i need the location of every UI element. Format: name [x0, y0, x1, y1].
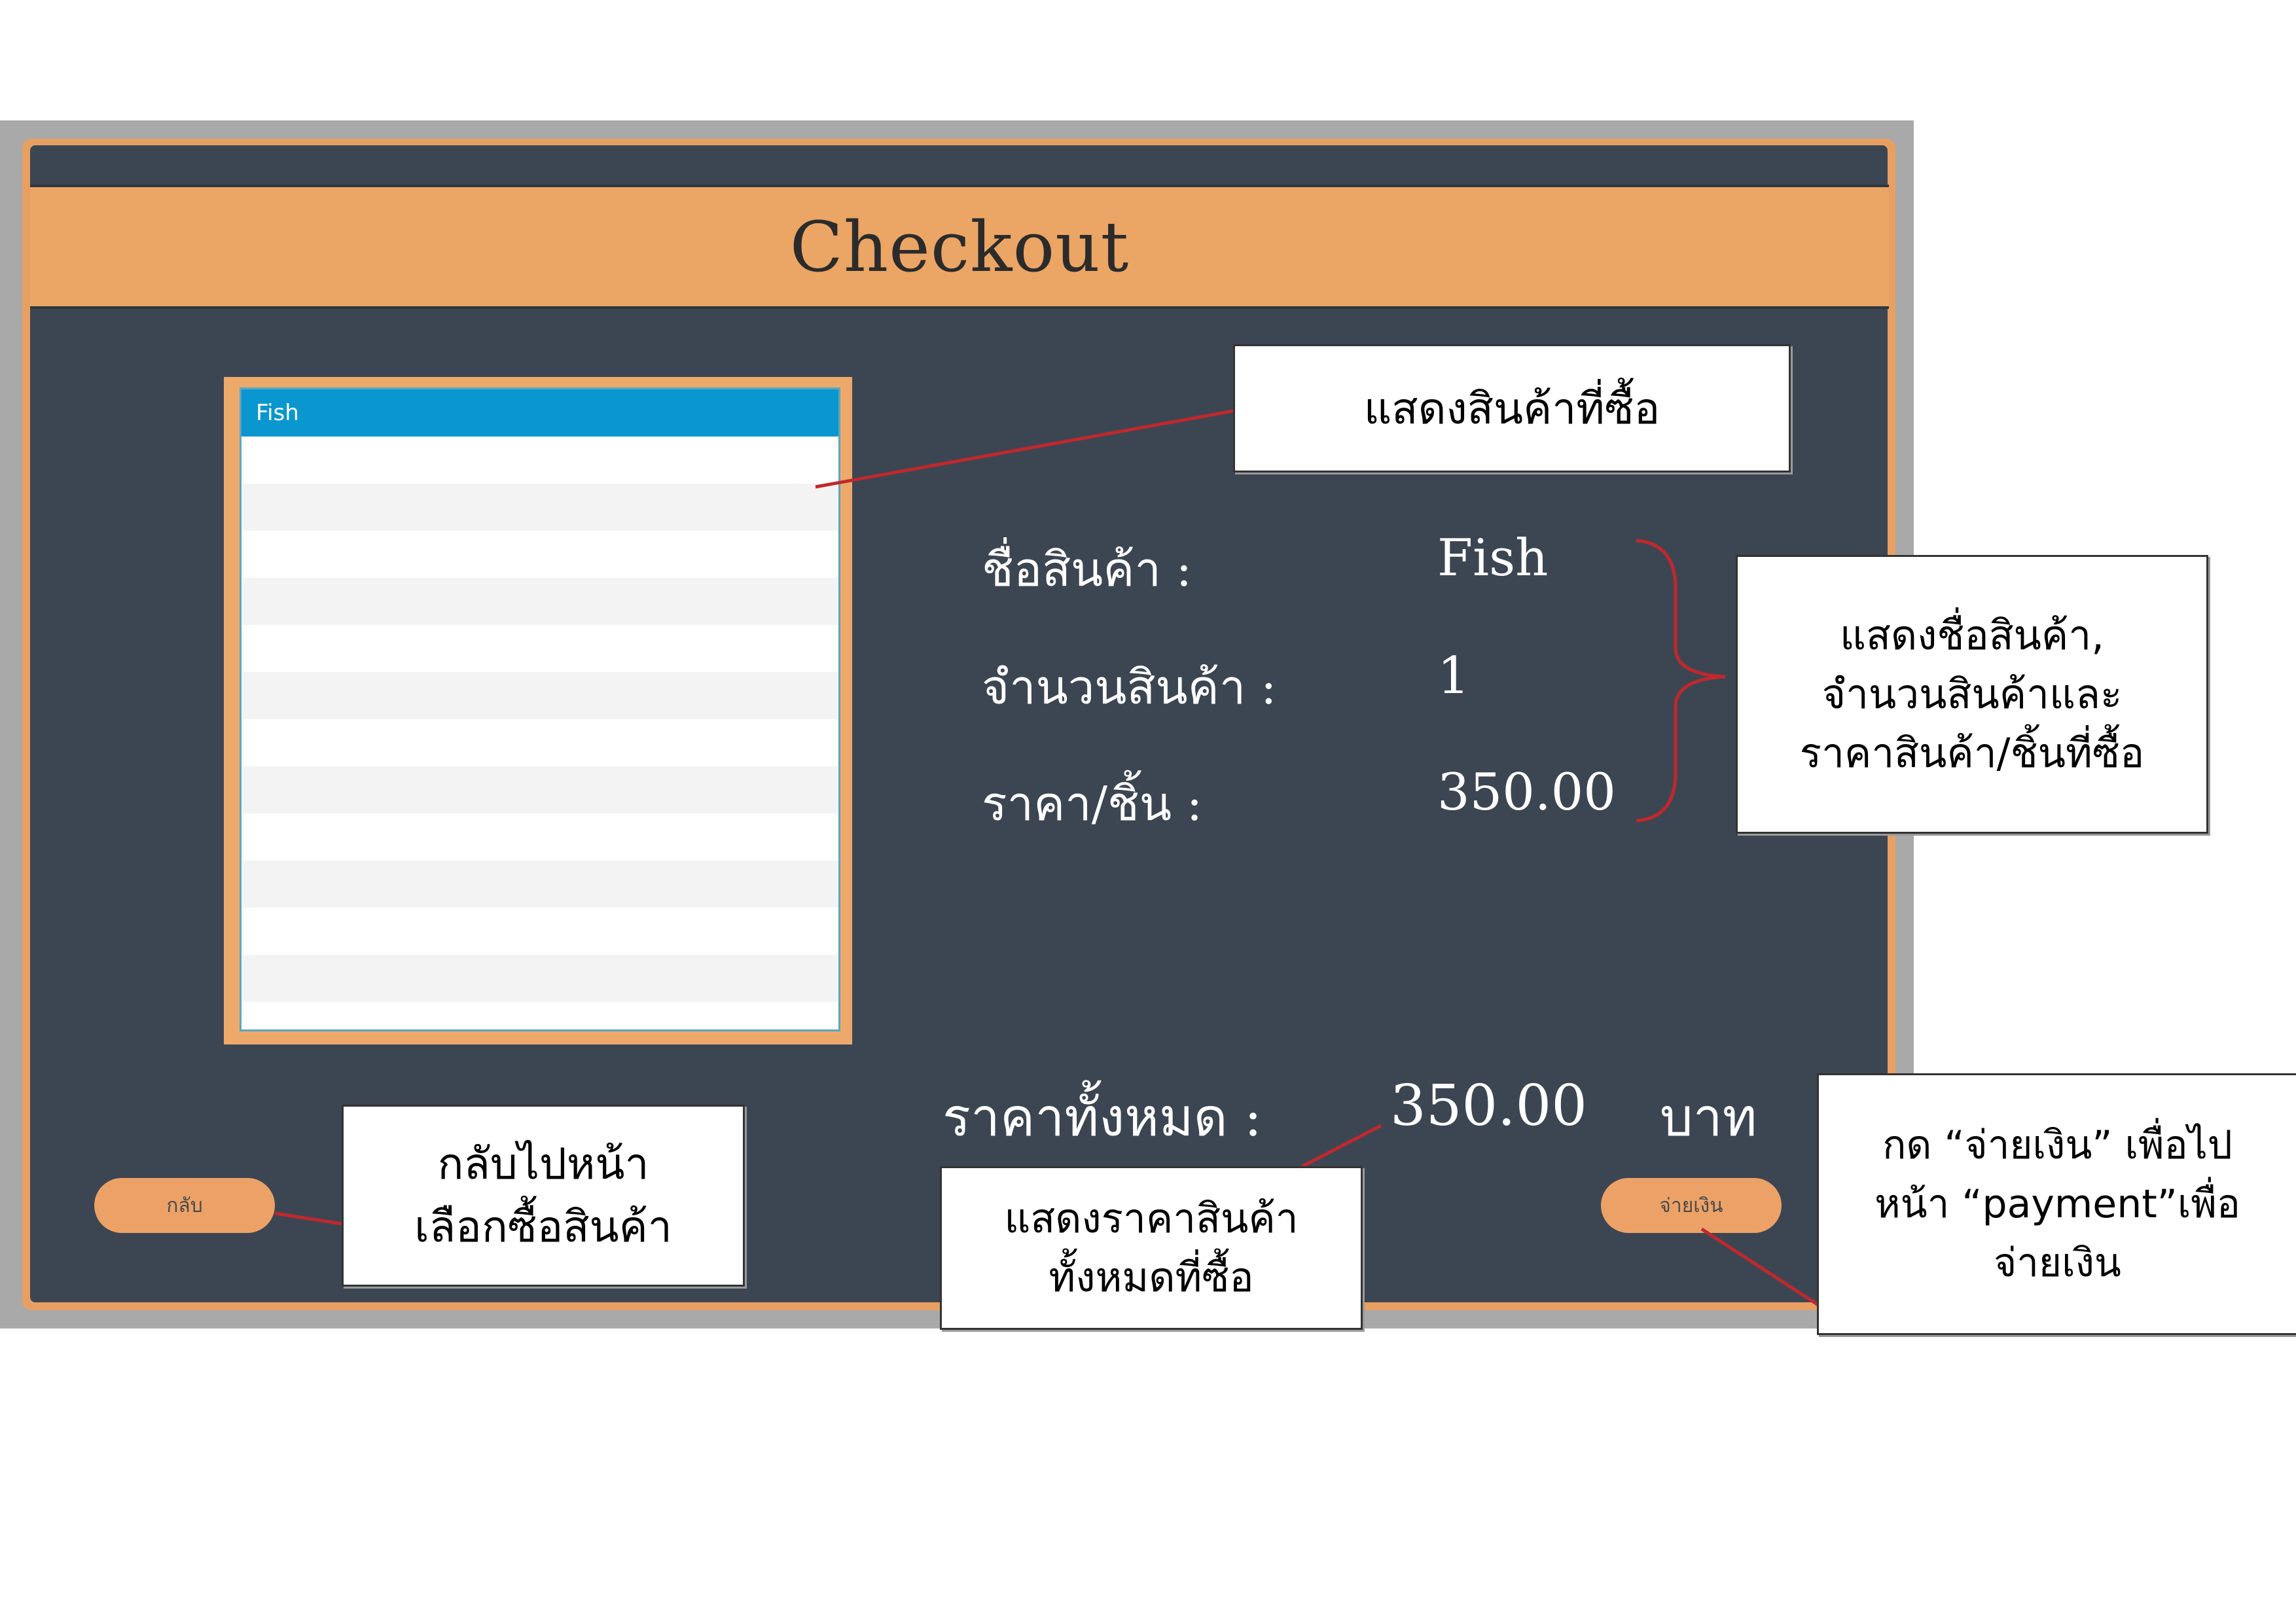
quantity-value: 1 [1437, 647, 1470, 705]
pay-callout-line-2: หน้า “payment”เพื่อ [1874, 1181, 2240, 1227]
product-name-value: Fish [1437, 529, 1549, 588]
list-item[interactable] [242, 766, 838, 813]
quantity-label: จำนวนสินค้า : [982, 660, 1277, 715]
details-callout-line-1: แสดงชื่อสินค้า, [1840, 611, 2104, 660]
total-label: ราคาทั้งหมด : [942, 1087, 1262, 1148]
list-callout: แสดงสินค้าที่ซื้อ [1233, 344, 1791, 473]
list-item[interactable] [242, 1002, 838, 1029]
details-callout-line-3: ราคาสินค้า/ชิ้นที่ซื้อ [1799, 728, 2145, 777]
list-item[interactable] [242, 531, 838, 578]
list-item[interactable] [242, 908, 838, 955]
back-callout-line-2: เลือกซื้อสินค้า [414, 1202, 672, 1252]
list-item[interactable] [242, 861, 838, 908]
page-title: Checkout [789, 206, 1130, 287]
list-item-selected[interactable]: Fish [242, 389, 838, 437]
list-item[interactable] [242, 719, 838, 766]
back-callout: กลับไปหน้า เลือกซื้อสินค้า [342, 1105, 745, 1287]
back-button[interactable]: กลับ [94, 1178, 275, 1233]
total-callout-line-1: แสดงราคาสินค้า [1004, 1194, 1299, 1243]
list-item[interactable] [242, 625, 838, 672]
total-callout: แสดงราคาสินค้า ทั้งหมดที่ซื้อ [940, 1166, 1363, 1330]
unit-price-label: ราคา/ชิ้น : [982, 776, 1203, 831]
list-item[interactable] [242, 955, 838, 1002]
total-callout-line-2: ทั้งหมดที่ซื้อ [1049, 1253, 1254, 1301]
unit-price-value: 350.00 [1437, 763, 1616, 822]
list-item[interactable] [242, 437, 838, 484]
pay-button[interactable]: จ่ายเงิน [1601, 1178, 1782, 1233]
total-value: 350.00 [1390, 1073, 1587, 1139]
list-item[interactable] [242, 484, 838, 531]
details-callout-line-2: จำนวนสินค้าและ [1821, 670, 2123, 719]
pay-callout: กด “จ่ายเงิน” เพื่อไป หน้า “payment”เพื่… [1817, 1073, 2296, 1335]
pay-callout-line-1: กด “จ่ายเงิน” เพื่อไป [1882, 1122, 2233, 1168]
product-name-label: ชื่อสินค้า : [982, 542, 1193, 597]
product-list[interactable]: Fish [240, 387, 840, 1031]
details-callout: แสดงชื่อสินค้า, จำนวนสินค้าและ ราคาสินค้… [1736, 555, 2208, 834]
list-item[interactable] [242, 813, 838, 861]
list-callout-text: แสดงสินค้าที่ซื้อ [1363, 383, 1660, 434]
list-item[interactable] [242, 578, 838, 625]
list-item[interactable] [242, 672, 838, 719]
title-bar: Checkout [30, 185, 1889, 309]
pay-callout-line-3: จ่ายเงิน [1994, 1240, 2121, 1286]
currency-label: บาท [1660, 1087, 1757, 1148]
back-callout-line-1: กลับไปหน้า [437, 1139, 649, 1190]
